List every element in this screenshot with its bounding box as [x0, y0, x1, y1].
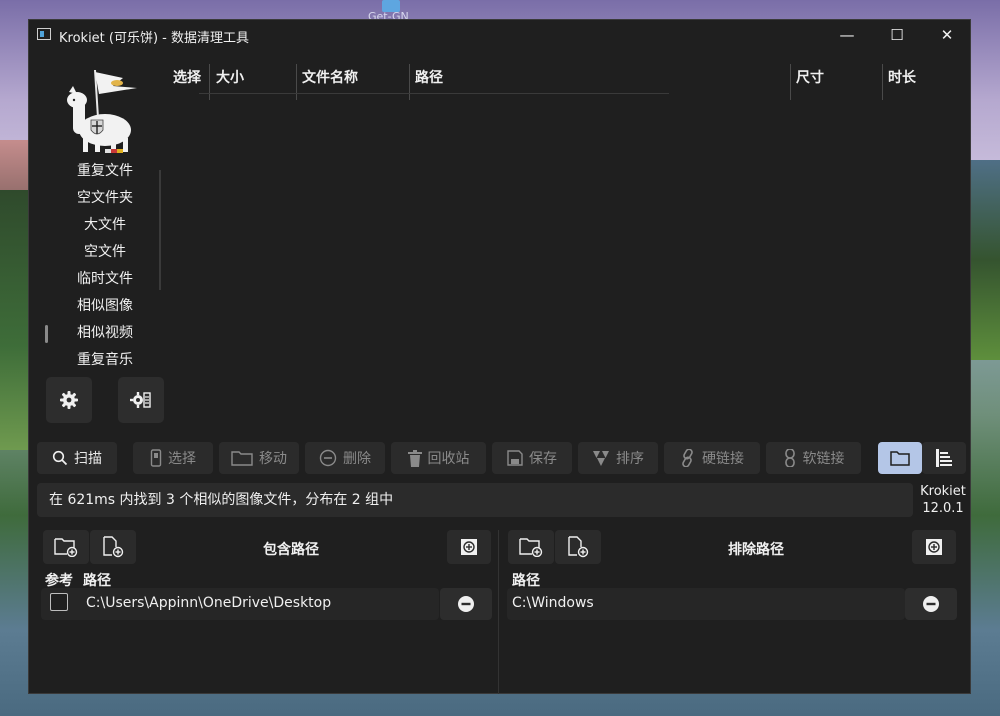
- column-header-file-name[interactable]: 文件名称: [302, 67, 358, 87]
- view-folder-toggle[interactable]: [878, 442, 922, 474]
- recycle-bin-button[interactable]: 回收站: [391, 442, 486, 474]
- tool-settings-button[interactable]: [118, 377, 164, 423]
- delete-label: 删除: [343, 451, 371, 467]
- save-label: 保存: [529, 451, 557, 467]
- window-title: Krokiet (可乐饼) - 数据清理工具: [59, 31, 250, 46]
- minimize-button[interactable]: —: [822, 20, 872, 50]
- column-header-duration[interactable]: 时长: [888, 67, 916, 87]
- folder-view-icon: [890, 451, 910, 466]
- exclude-add-file-button[interactable]: [555, 530, 601, 564]
- chain-icon: [784, 449, 795, 467]
- softlink-label: 软链接: [802, 451, 845, 467]
- gear-icon: [60, 391, 78, 409]
- trash-icon: [407, 449, 422, 467]
- column-header-select[interactable]: 选择: [173, 67, 201, 87]
- view-list-toggle[interactable]: [922, 442, 966, 474]
- exclude-column-path: 路径: [512, 573, 540, 589]
- exclude-add-folder-button[interactable]: [508, 530, 554, 564]
- folder-add-icon: [54, 538, 78, 557]
- gear-list-icon: [130, 392, 151, 408]
- exclude-path-value: C:\Windows: [512, 595, 594, 611]
- link-icon: [682, 449, 693, 467]
- panel-divider: [498, 530, 499, 694]
- hardlink-label: 硬链接: [702, 451, 744, 467]
- delete-button[interactable]: 删除: [305, 442, 385, 474]
- sidebar-item-duplicate-files[interactable]: 重复文件: [59, 158, 151, 185]
- column-separator[interactable]: [209, 64, 210, 100]
- hardlink-button[interactable]: 硬链接: [664, 442, 760, 474]
- scan-label: 扫描: [74, 451, 102, 467]
- select-button[interactable]: 选择: [133, 442, 213, 474]
- status-message: 在 621ms 内找到 3 个相似的图像文件，分布在 2 组中: [37, 483, 913, 517]
- remove-circle-icon: [923, 596, 939, 612]
- column-separator[interactable]: [882, 64, 883, 100]
- select-icon: [150, 449, 162, 467]
- include-path-value: C:\Users\Appinn\OneDrive\Desktop: [86, 595, 332, 611]
- sidebar-item-similar-images[interactable]: 相似图像: [59, 293, 151, 320]
- file-add-icon: [103, 536, 124, 558]
- reference-checkbox[interactable]: [50, 593, 68, 611]
- version-info: Krokiet 12.0.1: [916, 483, 970, 517]
- exclude-paths-title: 排除路径: [728, 542, 784, 558]
- list-view-icon: [936, 449, 952, 467]
- folder-add-icon: [519, 538, 543, 557]
- app-icon: [37, 28, 51, 40]
- include-remove-path-button[interactable]: [440, 588, 492, 620]
- sort-label: 排序: [616, 451, 644, 467]
- folder-icon: [231, 451, 253, 466]
- app-window: Krokiet (可乐饼) - 数据清理工具 — ☐ ✕ 重复文件 空文件夹 大…: [28, 19, 971, 694]
- settings-button[interactable]: [46, 377, 92, 423]
- include-paths-title: 包含路径: [263, 542, 319, 558]
- exclude-remove-path-button[interactable]: [905, 588, 957, 620]
- sidebar-item-similar-videos[interactable]: 相似视频: [45, 320, 151, 347]
- desktop-trees-left: [0, 190, 30, 450]
- column-separator[interactable]: [790, 64, 791, 100]
- move-button[interactable]: 移动: [219, 442, 299, 474]
- column-header-size[interactable]: 大小: [216, 67, 244, 87]
- results-table-header: 选择 大小 文件名称 路径 尺寸 时长: [169, 64, 959, 100]
- sidebar-scrollbar[interactable]: [159, 170, 161, 290]
- save-button[interactable]: 保存: [492, 442, 572, 474]
- desktop-trees-right: [968, 160, 1000, 360]
- sort-icon: [593, 451, 609, 466]
- add-path-icon: [926, 539, 942, 555]
- include-add-folder-button[interactable]: [43, 530, 89, 564]
- exclude-add-manual-button[interactable]: [912, 530, 956, 564]
- close-button[interactable]: ✕: [922, 20, 972, 50]
- move-label: 移动: [259, 451, 287, 467]
- titlebar[interactable]: Krokiet (可乐饼) - 数据清理工具 — ☐ ✕: [29, 20, 970, 50]
- column-separator[interactable]: [296, 64, 297, 100]
- include-add-manual-button[interactable]: [447, 530, 491, 564]
- include-column-path: 路径: [83, 573, 111, 589]
- recycle-bin-label: 回收站: [427, 451, 470, 467]
- sort-button[interactable]: 排序: [578, 442, 658, 474]
- sidebar: 重复文件 空文件夹 大文件 空文件 临时文件 相似图像 相似视频 重复音乐: [45, 158, 151, 374]
- remove-circle-icon: [458, 596, 474, 612]
- search-icon: [52, 450, 68, 466]
- add-path-icon: [461, 539, 477, 555]
- scan-button[interactable]: 扫描: [37, 442, 117, 474]
- sidebar-item-empty-folders[interactable]: 空文件夹: [59, 185, 151, 212]
- header-underline: [199, 93, 669, 94]
- sidebar-item-duplicate-music[interactable]: 重复音乐: [59, 347, 151, 374]
- minus-circle-icon: [319, 449, 337, 467]
- column-header-dimensions[interactable]: 尺寸: [796, 67, 824, 87]
- file-add-icon: [568, 536, 589, 558]
- include-add-file-button[interactable]: [90, 530, 136, 564]
- column-header-path[interactable]: 路径: [415, 67, 443, 87]
- softlink-button[interactable]: 软链接: [766, 442, 861, 474]
- version-app-name: Krokiet: [920, 484, 966, 499]
- version-number: 12.0.1: [922, 501, 964, 516]
- column-separator[interactable]: [409, 64, 410, 100]
- sidebar-item-empty-files[interactable]: 空文件: [59, 239, 151, 266]
- sidebar-item-temporary-files[interactable]: 临时文件: [59, 266, 151, 293]
- maximize-button[interactable]: ☐: [872, 20, 922, 50]
- include-column-reference: 参考: [45, 573, 73, 589]
- select-label: 选择: [168, 451, 196, 467]
- save-icon: [507, 450, 523, 466]
- sidebar-item-big-files[interactable]: 大文件: [59, 212, 151, 239]
- krokiet-llama-logo-icon: [67, 69, 137, 153]
